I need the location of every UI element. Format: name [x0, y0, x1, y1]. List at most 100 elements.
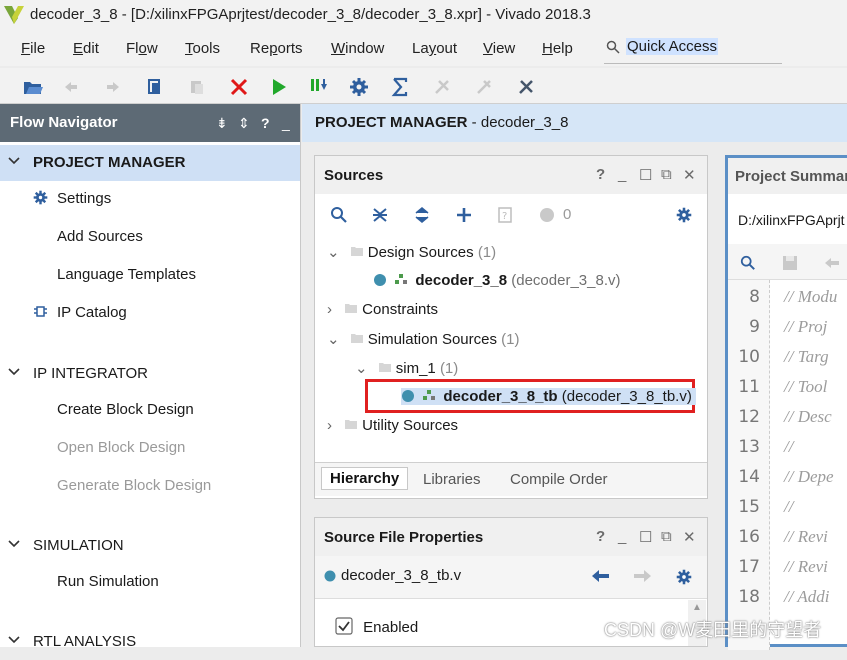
chevron-down-icon	[8, 157, 20, 165]
nav-language-templates[interactable]: Language Templates	[0, 257, 300, 293]
scroll-up-icon[interactable]: ▲	[692, 602, 702, 613]
program-download-icon[interactable]	[308, 76, 330, 98]
cut-icon[interactable]	[515, 76, 537, 98]
tree-simulation-sources[interactable]: ⌄ Simulation Sources (1)	[327, 330, 520, 348]
nav-settings[interactable]: Settings	[0, 181, 300, 217]
watermark: CSDN @W麦田里的守望者	[604, 620, 822, 640]
folder-icon	[350, 247, 363, 256]
close-icon[interactable]: ✕	[683, 528, 696, 546]
tab-hierarchy[interactable]: Hierarchy	[321, 467, 409, 490]
close-icon[interactable]: ✕	[683, 166, 696, 184]
code-line[interactable]: // Modu	[784, 287, 837, 307]
nav-run-simulation[interactable]: Run Simulation	[0, 564, 300, 600]
code-line[interactable]: // Depe	[784, 467, 834, 487]
settings-gear-icon[interactable]	[348, 76, 370, 98]
menu-reports[interactable]: Reports	[250, 40, 303, 57]
line-number: 10	[738, 347, 760, 367]
paste-icon[interactable]	[186, 76, 208, 98]
add-source-icon[interactable]	[455, 206, 473, 224]
tree-utility-sources[interactable]: › Utility Sources	[327, 417, 458, 434]
help-icon[interactable]: ?	[261, 115, 270, 131]
forward-arrow-icon[interactable]	[633, 569, 651, 583]
nav-simulation[interactable]: SIMULATION	[0, 528, 300, 564]
hierarchy-icon	[423, 390, 436, 400]
collapse-all-icon[interactable]: ⇟	[216, 115, 228, 132]
code-line[interactable]: //	[784, 437, 793, 457]
minimize-icon[interactable]: _	[618, 166, 626, 183]
maximize-icon[interactable]: ☐	[639, 166, 652, 184]
code-line[interactable]: // Tool	[784, 377, 827, 397]
chevron-down-icon: ⌄	[327, 244, 340, 261]
tree-sim-1[interactable]: ⌄ sim_1 (1)	[355, 359, 458, 377]
nav-ip-integrator[interactable]: IP INTEGRATOR	[0, 356, 300, 392]
menu-view[interactable]: View	[483, 40, 515, 57]
menu-edit[interactable]: Edit	[73, 40, 99, 57]
collapse-all-icon[interactable]	[372, 206, 388, 224]
nav-create-block-design[interactable]: Create Block Design	[0, 392, 300, 428]
quick-access-search[interactable]: Quick Access	[604, 36, 782, 64]
tab-libraries[interactable]: Libraries	[415, 469, 489, 490]
editor-toolbar	[728, 244, 847, 280]
status-dot-icon	[324, 570, 336, 582]
expand-all-icon[interactable]: ⇕	[238, 115, 250, 132]
code-line[interactable]: // Revi	[784, 527, 828, 547]
nav-project-manager[interactable]: PROJECT MANAGER	[0, 145, 300, 181]
undo-icon[interactable]	[824, 256, 840, 270]
code-line[interactable]: //	[784, 497, 793, 517]
minimize-icon[interactable]: _	[282, 115, 290, 131]
code-line[interactable]: // Proj	[784, 317, 827, 337]
chevron-right-icon: ›	[327, 301, 332, 318]
back-arrow-icon[interactable]	[592, 569, 610, 583]
menu-layout[interactable]: Layout	[412, 40, 457, 57]
undo-icon[interactable]	[60, 76, 82, 98]
gear-icon	[33, 190, 48, 205]
nav-ip-catalog-label: IP Catalog	[57, 304, 127, 321]
tree-design-sources[interactable]: ⌄ Design Sources (1)	[327, 243, 496, 261]
help-icon[interactable]: ?	[596, 166, 605, 183]
menu-file[interactable]: File	[21, 40, 45, 57]
tree-constraints[interactable]: › Constraints	[327, 301, 438, 318]
help-icon[interactable]: ?	[596, 528, 605, 545]
nav-rtl-analysis[interactable]: RTL ANALYSIS	[0, 624, 300, 660]
line-number: 14	[738, 467, 760, 487]
tree-tb-file[interactable]: decoder_3_8_tb (decoder_3_8_tb.v)	[401, 388, 696, 405]
menu-help[interactable]: Help	[542, 40, 573, 57]
gear-icon[interactable]	[676, 207, 692, 223]
code-line[interactable]: // Addi	[784, 587, 830, 607]
float-icon[interactable]: ⧉	[661, 166, 672, 183]
nav-ip-catalog[interactable]: IP Catalog	[0, 295, 300, 331]
menu-tools[interactable]: Tools	[185, 40, 220, 57]
redo-icon[interactable]	[102, 76, 124, 98]
delete-icon[interactable]	[228, 76, 250, 98]
code-line[interactable]: // Revi	[784, 557, 828, 577]
maximize-icon[interactable]: ☐	[639, 528, 652, 546]
tree-decoder-file[interactable]: decoder_3_8 (decoder_3_8.v)	[373, 272, 620, 289]
main-header: PROJECT MANAGER - decoder_3_8	[302, 104, 847, 142]
debug-icon[interactable]	[431, 76, 453, 98]
nav-add-sources-label: Add Sources	[57, 228, 143, 245]
float-icon[interactable]: ⧉	[661, 528, 672, 545]
nav-settings-label: Settings	[57, 190, 112, 207]
code-line[interactable]: // Targ	[784, 347, 829, 367]
expand-all-icon[interactable]	[414, 206, 430, 224]
nav-create-block-design-label: Create Block Design	[57, 401, 194, 418]
search-icon[interactable]	[740, 255, 756, 271]
sources-tabs: Hierarchy Libraries Compile Order	[315, 462, 707, 496]
code-line[interactable]: // Desc	[784, 407, 832, 427]
menu-flow[interactable]: Flow	[126, 40, 158, 57]
run-icon[interactable]	[268, 76, 290, 98]
probe-icon[interactable]	[473, 76, 495, 98]
editor-tab-title[interactable]: Project Summar	[735, 168, 847, 185]
nav-add-sources[interactable]: Add Sources	[0, 219, 300, 255]
open-folder-icon[interactable]	[22, 76, 44, 98]
search-icon[interactable]	[330, 206, 348, 224]
minimize-icon[interactable]: _	[618, 528, 626, 545]
gear-icon[interactable]	[676, 569, 692, 585]
copy-icon[interactable]	[144, 76, 166, 98]
sigma-report-icon[interactable]	[389, 76, 411, 98]
properties-icon[interactable]: ?	[497, 206, 513, 224]
menu-window[interactable]: Window	[331, 40, 384, 57]
tab-compile-order[interactable]: Compile Order	[502, 469, 616, 490]
save-icon[interactable]	[782, 255, 798, 271]
enabled-checkbox[interactable]: Enabled	[335, 617, 418, 636]
